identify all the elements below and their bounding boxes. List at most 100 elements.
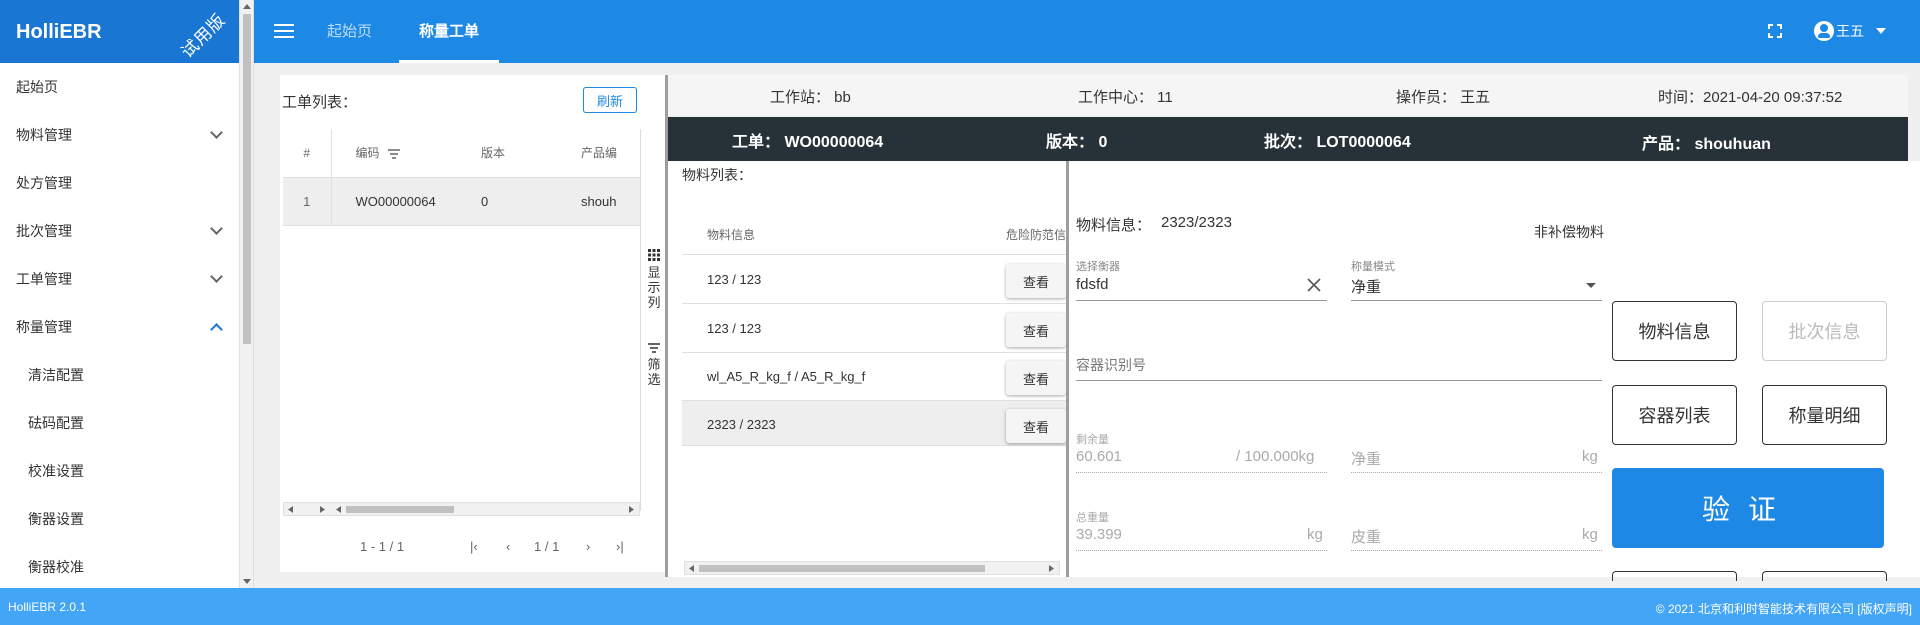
footer: HolliEBR 2.0.1 © 2021 北京和利时智能技术有限公司 [版权声… [0, 588, 1920, 625]
refresh-button[interactable]: 刷新 [583, 87, 637, 113]
material-row[interactable]: 123 / 123 查看 [682, 305, 1066, 353]
view-button[interactable]: 查看 [1006, 361, 1066, 395]
material-row-text: 123 / 123 [707, 321, 762, 336]
tab-home[interactable]: 起始页 [327, 0, 372, 63]
view-button[interactable]: 查看 [1006, 313, 1066, 347]
order-product: 产品： shouhuan [1642, 136, 1771, 153]
batch-info-button[interactable]: 批次信息 [1762, 301, 1887, 361]
scale-select-value[interactable]: fdsfd [1076, 276, 1109, 293]
operator-info: 操作员： 王五 [1396, 89, 1491, 106]
container-list-button[interactable]: 容器列表 [1612, 385, 1737, 445]
scroll-left-arrow-icon[interactable] [689, 565, 695, 572]
weigh-detail-button[interactable]: 称量明细 [1762, 385, 1887, 445]
pagination: 1 - 1 / 1 |‹ ‹ 1 / 1 › ›| [280, 539, 667, 559]
container-id-input[interactable]: 容器识别号 [1076, 355, 1146, 375]
tare-weight-unit: kg [1582, 526, 1598, 543]
clear-icon[interactable] [1307, 278, 1321, 292]
scrollbar-thumb[interactable] [346, 506, 454, 513]
sidebar-item-weighing[interactable]: 称量管理 [0, 303, 239, 351]
weigh-mode-underline [1351, 300, 1602, 301]
first-page-icon[interactable]: |‹ [470, 539, 478, 554]
filter-icon[interactable] [648, 343, 660, 353]
show-columns-tool[interactable]: 显示列 [647, 265, 661, 310]
sidebar-subitem-cleaning[interactable]: 清洁配置 [0, 351, 239, 399]
sidebar-subitem-weights[interactable]: 砝码配置 [0, 399, 239, 447]
dropdown-arrow-icon[interactable] [1586, 283, 1596, 288]
filter-tool[interactable]: 筛选 [647, 357, 661, 387]
total-weight-underline [1076, 550, 1327, 551]
caret-down-icon [1876, 28, 1886, 34]
sidebar-subitem-calibration-settings[interactable]: 校准设置 [0, 447, 239, 495]
weigh-mode-value[interactable]: 净重 [1351, 276, 1381, 297]
prev-page-icon[interactable]: ‹ [506, 539, 510, 554]
column-header-code[interactable]: 编码 [331, 129, 481, 178]
columns-grid-icon[interactable] [648, 249, 660, 261]
scroll-left-arrow-icon[interactable] [288, 506, 294, 513]
total-weight-unit: kg [1307, 526, 1323, 543]
hamburger-menu-icon[interactable] [274, 24, 294, 39]
row-product: shouh [581, 177, 640, 226]
sidebar-item-label: 批次管理 [16, 223, 72, 239]
table-row[interactable]: 1 WO00000064 0 shouh [283, 177, 640, 226]
remaining-total: / 100.000kg [1236, 448, 1315, 465]
scroll-up-arrow-icon[interactable] [243, 4, 251, 9]
scrollbar-thumb[interactable] [699, 565, 985, 572]
material-row-selected[interactable]: 2323 / 2323 查看 [682, 401, 1066, 446]
material-row-text: wl_A5_R_kg_f / A5_R_kg_f [707, 369, 866, 384]
chevron-down-icon [210, 126, 223, 139]
scroll-right-arrow-icon[interactable] [1049, 565, 1055, 572]
material-info-button[interactable]: 物料信息 [1612, 301, 1737, 361]
sidebar-scrollbar[interactable] [240, 0, 254, 588]
last-page-icon[interactable]: ›| [616, 539, 624, 554]
sidebar: HolliEBR 试用版 起始页 物料管理 处方管理 批次管理 工单管理 称量管… [0, 0, 240, 588]
sidebar-subitem-label: 衡器校准 [28, 559, 84, 575]
scroll-down-arrow-icon[interactable] [243, 579, 251, 584]
copyright[interactable]: © 2021 北京和利时智能技术有限公司 [版权声明] [1656, 600, 1912, 617]
tab-weighing-orders[interactable]: 称量工单 [399, 0, 499, 63]
material-row[interactable]: 123 / 123 查看 [682, 256, 1066, 304]
view-button[interactable]: 查看 [1006, 264, 1066, 298]
remaining-value: 60.601 [1076, 448, 1122, 465]
material-table-header: 物料信息 危险防范信 [682, 209, 1066, 255]
sidebar-item-label: 起始页 [16, 79, 58, 95]
remaining-underline [1076, 472, 1327, 473]
scroll-right-arrow-icon[interactable] [629, 506, 635, 513]
verify-button[interactable]: 验证 [1612, 468, 1884, 548]
column-header-version: 版本 [481, 129, 581, 178]
workstation-info: 工作站： bb [770, 89, 851, 106]
scroll-left-arrow-icon[interactable] [336, 506, 342, 513]
filter-icon[interactable] [387, 149, 400, 159]
sidebar-item-workorders[interactable]: 工单管理 [0, 255, 239, 303]
scrollbar-thumb[interactable] [243, 14, 251, 344]
trial-ribbon: 试用版 [177, 10, 230, 62]
fullscreen-icon[interactable] [1768, 24, 1782, 38]
material-row-text: 123 / 123 [707, 272, 762, 287]
tare-weight-underline [1351, 550, 1602, 551]
horizontal-scrollbar[interactable] [283, 502, 640, 516]
sidebar-item-batches[interactable]: 批次管理 [0, 207, 239, 255]
chevron-down-icon [210, 222, 223, 235]
user-menu[interactable]: 王五 [1814, 21, 1886, 41]
order-batch: 批次： LOT0000064 [1264, 134, 1411, 151]
sidebar-item-label: 工单管理 [16, 271, 72, 287]
sidebar-item-materials[interactable]: 物料管理 [0, 111, 239, 159]
sidebar-subitem-label: 校准设置 [28, 463, 84, 479]
workorder-list-title: 工单列表： [282, 94, 358, 111]
sidebar-subitem-scale-calibration[interactable]: 衡器校准 [0, 543, 239, 591]
horizontal-scrollbar[interactable] [684, 561, 1060, 575]
view-button[interactable]: 查看 [1006, 409, 1066, 443]
scroll-right-arrow-icon[interactable] [320, 506, 326, 513]
order-info-bar: 工单： WO00000064 版本： 0 批次： LOT0000064 产品： … [668, 117, 1908, 161]
partial-button[interactable] [1612, 571, 1737, 581]
next-page-icon[interactable]: › [586, 539, 590, 554]
material-info-value: 2323/2323 [1161, 214, 1232, 231]
sidebar-subitem-label: 砝码配置 [28, 415, 84, 431]
net-weight-underline [1351, 472, 1602, 473]
sidebar-subitem-scale-settings[interactable]: 衡器设置 [0, 495, 239, 543]
row-index: 1 [283, 177, 332, 226]
sidebar-item-home[interactable]: 起始页 [0, 63, 239, 111]
material-row[interactable]: wl_A5_R_kg_f / A5_R_kg_f 查看 [682, 353, 1066, 401]
partial-button[interactable] [1762, 571, 1887, 581]
workorder-table: # 编码 版本 产品编 1 WO00000064 0 shouh [283, 129, 640, 226]
sidebar-item-recipes[interactable]: 处方管理 [0, 159, 239, 207]
